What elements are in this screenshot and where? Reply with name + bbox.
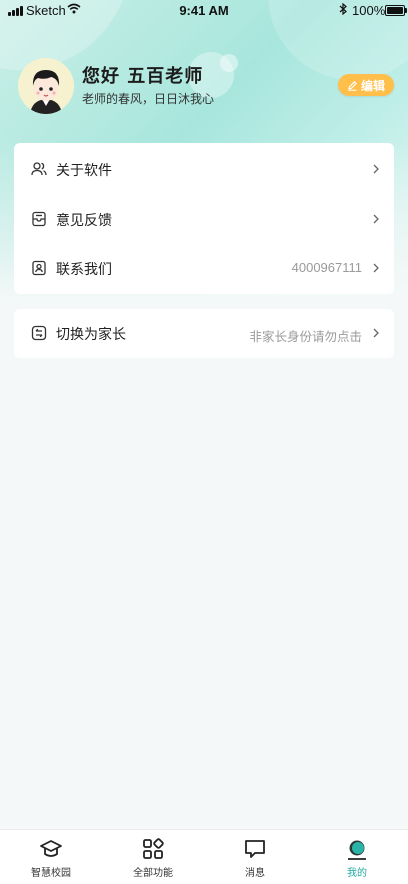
battery-icon: [385, 5, 407, 16]
menu-item-label: 关于软件: [56, 163, 112, 179]
users-icon: [31, 162, 47, 176]
switch-to-parent-item[interactable]: 切换为家长 非家长身份请勿点击: [14, 309, 394, 358]
grid-icon: [143, 838, 164, 859]
edit-label: 编辑: [360, 78, 385, 93]
avatar[interactable]: [18, 58, 74, 114]
graduation-cap-icon: [40, 840, 62, 857]
chevron-right-icon: [373, 328, 379, 338]
tab-label: 全部功能: [133, 868, 173, 879]
menu-item-feedback[interactable]: 意见反馈: [14, 195, 394, 244]
settings-menu-card: 关于软件 意见反馈 联系我们 4000967111: [14, 143, 394, 294]
menu-item-about[interactable]: 关于软件: [14, 143, 394, 195]
tab-smart-campus[interactable]: 智慧校园: [0, 830, 102, 884]
menu-item-contact[interactable]: 联系我们 4000967111: [14, 244, 394, 293]
switch-role-card: 切换为家长 非家长身份请勿点击: [14, 309, 394, 358]
bottom-tab-bar: 智慧校园 全部功能 消息 我的: [0, 829, 408, 884]
menu-item-label: 意见反馈: [56, 213, 112, 229]
greeting-name: 您好 五百老师: [82, 66, 204, 87]
edit-profile-button[interactable]: 编辑: [338, 74, 394, 96]
chevron-right-icon: [373, 263, 379, 273]
message-icon: [245, 840, 265, 858]
switch-role-hint: 非家长身份请勿点击: [249, 329, 362, 344]
switch-role-label: 切换为家长: [56, 327, 126, 343]
tab-label: 消息: [245, 868, 265, 879]
contact-card-icon: [32, 260, 46, 276]
bluetooth-icon: [339, 3, 347, 15]
tab-mine[interactable]: 我的: [306, 830, 408, 884]
tab-all-functions[interactable]: 全部功能: [102, 830, 204, 884]
status-bar: Sketch 9:41 AM 100%: [0, 0, 408, 22]
pencil-icon: [348, 80, 358, 91]
chevron-right-icon: [373, 214, 379, 224]
battery-percent: 100%: [352, 3, 386, 18]
tab-label: 我的: [347, 868, 367, 879]
profile-icon: [348, 840, 366, 860]
swap-icon: [31, 325, 47, 341]
chevron-right-icon: [373, 164, 379, 174]
inbox-icon: [32, 211, 46, 227]
tab-messages[interactable]: 消息: [204, 830, 306, 884]
teacher-avatar-icon: [18, 58, 74, 114]
tab-label: 智慧校园: [31, 868, 71, 879]
menu-item-label: 联系我们: [56, 262, 112, 278]
contact-phone: 4000967111: [291, 260, 362, 275]
motto-text: 老师的春风，日日沐我心: [82, 92, 215, 106]
